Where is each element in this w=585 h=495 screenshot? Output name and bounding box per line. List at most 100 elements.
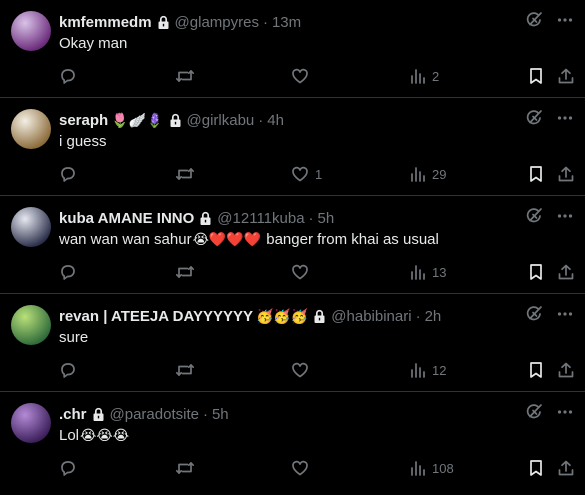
views-button[interactable]: 29 (410, 164, 446, 184)
views-button[interactable]: 12 (410, 360, 446, 380)
bookmark-button[interactable] (528, 164, 544, 184)
bookmark-icon (528, 165, 544, 183)
avatar-image (11, 207, 51, 247)
grok-icon[interactable] (525, 403, 543, 421)
timestamp[interactable]: 13m (272, 14, 301, 31)
grok-icon[interactable] (525, 109, 543, 127)
reply-button[interactable] (59, 66, 83, 86)
view-count: 12 (432, 362, 447, 378)
views-button[interactable]: 2 (410, 66, 439, 86)
user-handle[interactable]: @12111kuba (217, 210, 304, 227)
heart-icon (291, 459, 309, 477)
views-button[interactable]: 108 (410, 458, 454, 478)
post[interactable]: revan | ATEEJA DAYYYYYY 🥳🥳🥳 @habibinari … (0, 294, 585, 392)
display-name[interactable]: kmfemmedm (59, 14, 152, 31)
name-emojis: 🌷🪽🪻 (111, 111, 164, 128)
share-icon (557, 67, 575, 85)
share-icon (557, 361, 575, 379)
share-button[interactable] (557, 262, 575, 282)
post-header: revan | ATEEJA DAYYYYYY 🥳🥳🥳 @habibinari … (59, 306, 515, 326)
post-text-body: sure (59, 329, 89, 346)
display-name[interactable]: kuba AMANE INNO (59, 210, 194, 227)
repost-button[interactable] (175, 66, 201, 86)
action-bar: 12 (59, 360, 575, 380)
lock-icon (157, 15, 170, 30)
repost-button[interactable] (175, 262, 201, 282)
display-name[interactable]: revan | ATEEJA DAYYYYYY (59, 308, 253, 325)
repost-button[interactable] (175, 458, 201, 478)
avatar[interactable] (11, 403, 51, 443)
action-bar: 2 (59, 66, 575, 86)
like-button[interactable]: 1 (291, 164, 322, 184)
avatar[interactable] (11, 207, 51, 247)
grok-icon[interactable] (525, 207, 543, 225)
separator: · (415, 307, 421, 325)
bookmark-button[interactable] (528, 360, 544, 380)
more-icon[interactable] (557, 306, 573, 322)
display-name[interactable]: .chr (59, 406, 87, 423)
like-button[interactable] (291, 360, 315, 380)
views-icon (410, 459, 426, 477)
post-text: Lol 😭😭😭 (59, 427, 565, 444)
post-top-icons (525, 11, 573, 29)
views-icon (410, 263, 426, 281)
timestamp[interactable]: 5h (318, 210, 335, 227)
reply-icon (59, 263, 77, 281)
name-emojis: 🥳🥳🥳 (256, 307, 309, 324)
bookmark-button[interactable] (528, 66, 544, 86)
reply-icon (59, 165, 77, 183)
more-icon[interactable] (557, 404, 573, 420)
grok-icon[interactable] (525, 305, 543, 323)
like-button[interactable] (291, 66, 315, 86)
grok-icon[interactable] (525, 11, 543, 29)
avatar[interactable] (11, 11, 51, 51)
post-text: sure (59, 329, 565, 346)
bookmark-button[interactable] (528, 458, 544, 478)
user-handle[interactable]: @paradotsite (110, 406, 199, 423)
repost-button[interactable] (175, 360, 201, 380)
post-text: i guess (59, 133, 565, 150)
share-button[interactable] (557, 66, 575, 86)
user-handle[interactable]: @habibinari (331, 308, 411, 325)
lock-icon (92, 407, 105, 422)
views-icon (410, 165, 426, 183)
reply-icon (59, 459, 77, 477)
more-icon[interactable] (557, 208, 573, 224)
more-icon[interactable] (557, 110, 573, 126)
timestamp[interactable]: 2h (425, 308, 442, 325)
share-button[interactable] (557, 458, 575, 478)
separator: · (262, 13, 268, 31)
display-name[interactable]: seraph (59, 112, 108, 129)
reply-button[interactable] (59, 360, 83, 380)
post-text-body: i guess (59, 133, 107, 150)
views-button[interactable]: 13 (410, 262, 446, 282)
repost-button[interactable] (175, 164, 201, 184)
post[interactable]: seraph 🌷🪽🪻 @girlkabu · 4h i guess 1 29 (0, 98, 585, 196)
timestamp[interactable]: 5h (212, 406, 229, 423)
like-button[interactable] (291, 262, 315, 282)
heart-icon (291, 165, 309, 183)
heart-icon (291, 67, 309, 85)
timestamp[interactable]: 4h (267, 112, 284, 129)
share-button[interactable] (557, 360, 575, 380)
replies-feed: kmfemmedm @glampyres · 13m Okay man 2 se… (0, 0, 585, 490)
more-icon[interactable] (557, 12, 573, 28)
post-top-icons (525, 305, 573, 323)
bookmark-button[interactable] (528, 262, 544, 282)
reply-button[interactable] (59, 262, 83, 282)
reply-button[interactable] (59, 458, 83, 478)
reply-button[interactable] (59, 164, 83, 184)
avatar[interactable] (11, 305, 51, 345)
post[interactable]: kuba AMANE INNO @12111kuba · 5h wan wan … (0, 196, 585, 294)
post[interactable]: .chr @paradotsite · 5h Lol 😭😭😭 108 (0, 392, 585, 490)
user-handle[interactable]: @girlkabu (187, 112, 255, 129)
view-count: 108 (432, 460, 454, 476)
share-button[interactable] (557, 164, 575, 184)
post[interactable]: kmfemmedm @glampyres · 13m Okay man 2 (0, 0, 585, 98)
post-header: seraph 🌷🪽🪻 @girlkabu · 4h (59, 110, 515, 130)
like-button[interactable] (291, 458, 315, 478)
avatar-image (11, 11, 51, 51)
avatar[interactable] (11, 109, 51, 149)
heart-icon (291, 361, 309, 379)
user-handle[interactable]: @glampyres (175, 14, 259, 31)
